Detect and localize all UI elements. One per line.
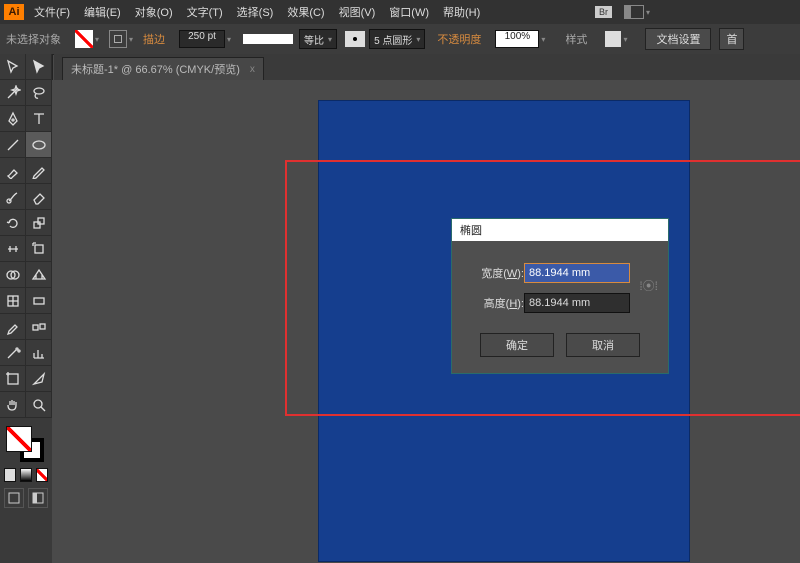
- style-dropdown-icon[interactable]: ▾: [623, 35, 627, 44]
- menu-file[interactable]: 文件(F): [34, 4, 70, 20]
- color-mode-row: [4, 468, 52, 482]
- fill-swatch[interactable]: [75, 30, 93, 48]
- opacity-label[interactable]: 不透明度: [437, 31, 481, 47]
- stroke-dropdown-icon[interactable]: ▾: [129, 35, 133, 44]
- color-mode-gradient[interactable]: [20, 468, 32, 482]
- ellipse-tool[interactable]: [26, 132, 52, 158]
- brush-preview[interactable]: [345, 31, 365, 47]
- blend-tool[interactable]: [26, 314, 52, 340]
- menu-effect[interactable]: 效果(C): [287, 4, 324, 20]
- style-swatch[interactable]: [605, 31, 621, 47]
- menubar-right: Br ▾: [595, 5, 650, 19]
- menu-view[interactable]: 视图(V): [339, 4, 376, 20]
- bridge-icon[interactable]: Br: [595, 6, 612, 18]
- rotate-tool[interactable]: [0, 210, 26, 236]
- stroke-profile[interactable]: [243, 34, 293, 44]
- dot-icon: [353, 37, 357, 41]
- ellipse-dialog: 椭圆 宽度(W): ⁞⦿⁞ 高度(H): 确定 取消: [451, 218, 669, 374]
- options-bar: 未选择对象 ▾ ▾ 描边 250 pt▾ 等比▾ 5 点圆形▾ 不透明度 100…: [0, 24, 800, 55]
- blob-brush-tool[interactable]: [0, 184, 26, 210]
- color-mode-none[interactable]: [36, 468, 48, 482]
- height-label: 高度(H):: [466, 295, 524, 311]
- opacity-dropdown-icon[interactable]: ▾: [541, 35, 545, 44]
- zoom-tool[interactable]: [26, 392, 52, 418]
- menu-type[interactable]: 文字(T): [187, 4, 223, 20]
- column-graph-tool[interactable]: [26, 340, 52, 366]
- screen-mode-row: [4, 488, 52, 508]
- slice-tool[interactable]: [26, 366, 52, 392]
- pencil-tool[interactable]: [26, 158, 52, 184]
- chevron-down-icon: ▾: [328, 35, 332, 44]
- dialog-title[interactable]: 椭圆: [452, 219, 668, 241]
- style-label: 样式: [565, 31, 587, 47]
- document-setup-button[interactable]: 文档设置: [645, 28, 711, 50]
- tab-label: 未标题-1* @ 66.67% (CMYK/预览): [71, 61, 240, 77]
- tab-close-icon[interactable]: x: [250, 64, 255, 75]
- paintbrush-tool[interactable]: [0, 158, 26, 184]
- menu-select[interactable]: 选择(S): [237, 4, 274, 20]
- menu-object[interactable]: 对象(O): [135, 4, 173, 20]
- gradient-tool[interactable]: [26, 288, 52, 314]
- change-screen-button[interactable]: [28, 488, 48, 508]
- document-tabs: 未标题-1* @ 66.67% (CMYK/预览) x: [54, 54, 800, 81]
- brush-label: 5 点圆形: [374, 32, 412, 47]
- menu-help[interactable]: 帮助(H): [443, 4, 480, 20]
- artboard-tool[interactable]: [0, 366, 26, 392]
- stroke-label[interactable]: 描边: [143, 31, 165, 47]
- workspace-dropdown-icon[interactable]: ▾: [646, 8, 650, 17]
- magic-wand-tool[interactable]: [0, 80, 26, 106]
- width-input[interactable]: [524, 263, 630, 283]
- eraser-tool[interactable]: [26, 184, 52, 210]
- width-label: 宽度(W):: [466, 265, 524, 281]
- brush-select[interactable]: 5 点圆形 ▾: [369, 29, 425, 49]
- lasso-tool[interactable]: [26, 80, 52, 106]
- chevron-down-icon: ▾: [416, 35, 420, 44]
- variable-width-select[interactable]: 等比 ▾: [299, 29, 337, 49]
- type-tool[interactable]: [26, 106, 52, 132]
- menu-bar: Ai 文件(F) 编辑(E) 对象(O) 文字(T) 选择(S) 效果(C) 视…: [0, 0, 800, 25]
- scale-tool[interactable]: [26, 210, 52, 236]
- symbol-sprayer-tool[interactable]: [0, 340, 26, 366]
- color-mode-solid[interactable]: [4, 468, 16, 482]
- free-transform-tool[interactable]: [26, 236, 52, 262]
- mesh-tool[interactable]: [0, 288, 26, 314]
- stroke-weight-input[interactable]: 250 pt: [179, 30, 225, 48]
- opacity-input[interactable]: 100%: [495, 30, 539, 48]
- line-tool[interactable]: [0, 132, 26, 158]
- canvas-area[interactable]: 椭圆 宽度(W): ⁞⦿⁞ 高度(H): 确定 取消: [52, 80, 800, 563]
- shape-builder-tool[interactable]: [0, 262, 26, 288]
- no-selection-label: 未选择对象: [6, 31, 61, 47]
- width-tool[interactable]: [0, 236, 26, 262]
- hand-tool[interactable]: [0, 392, 26, 418]
- height-input[interactable]: [524, 293, 630, 313]
- cancel-button[interactable]: 取消: [566, 333, 640, 357]
- direct-selection-tool[interactable]: [26, 54, 52, 80]
- fill-stroke-control[interactable]: [6, 426, 46, 462]
- tools-panel: [0, 54, 53, 563]
- preferences-button[interactable]: 首: [719, 28, 744, 50]
- menu-window[interactable]: 窗口(W): [389, 4, 429, 20]
- stroke-weight-dropdown-icon[interactable]: ▾: [227, 35, 231, 44]
- eyedropper-tool[interactable]: [0, 314, 26, 340]
- perspective-tool[interactable]: [26, 262, 52, 288]
- stroke-swatch[interactable]: [109, 30, 127, 48]
- app-logo: Ai: [4, 4, 24, 20]
- menu-edit[interactable]: 编辑(E): [84, 4, 121, 20]
- workspace-icon[interactable]: [624, 5, 644, 19]
- pen-tool[interactable]: [0, 106, 26, 132]
- fill-color-swatch[interactable]: [6, 426, 32, 452]
- uniform-label: 等比: [304, 32, 324, 47]
- screen-mode-button[interactable]: [4, 488, 24, 508]
- ok-button[interactable]: 确定: [480, 333, 554, 357]
- constrain-proportions-icon[interactable]: ⁞⦿⁞: [639, 277, 658, 294]
- fill-dropdown-icon[interactable]: ▾: [95, 35, 99, 44]
- document-tab[interactable]: 未标题-1* @ 66.67% (CMYK/预览) x: [62, 57, 264, 80]
- selection-tool[interactable]: [0, 54, 26, 80]
